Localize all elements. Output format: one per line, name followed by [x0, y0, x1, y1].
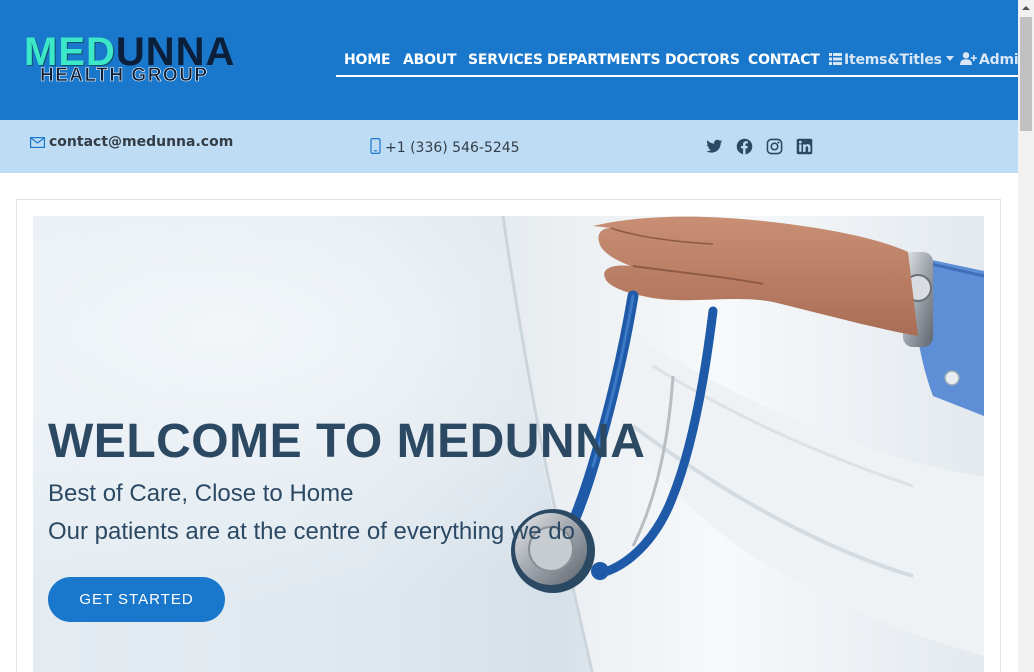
nav-doctors[interactable]: DOCTORS — [665, 52, 740, 68]
nav-contact[interactable]: CONTACT — [748, 52, 820, 68]
contact-email[interactable]: contact@medunna.com — [30, 134, 233, 152]
contact-phone-text: +1 (336) 546-5245 — [385, 140, 520, 156]
twitter-icon[interactable] — [706, 138, 723, 155]
nav-items-titles-dropdown[interactable]: Items&Titles — [829, 52, 954, 69]
hero-subtitle-1: Best of Care, Close to Home — [48, 480, 354, 507]
hero-subtitle-2: Our patients are at the centre of everyt… — [48, 518, 575, 545]
linkedin-icon[interactable] — [796, 138, 813, 155]
page: MEDUNNA HEALTH GROUP HOME ABOUT SERVICES… — [0, 0, 1034, 672]
list-icon — [829, 53, 842, 69]
phone-icon — [370, 138, 381, 158]
nav-home[interactable]: HOME — [344, 52, 391, 68]
nav-departments[interactable]: DEPARTMENTS — [547, 52, 661, 68]
contact-phone[interactable]: +1 (336) 546-5245 — [370, 138, 520, 158]
page-scrollbar[interactable] — [1018, 0, 1034, 672]
logo-tagline: HEALTH GROUP — [40, 65, 209, 87]
contact-bar: contact@medunna.com +1 (336) 546-5245 — [0, 120, 1018, 173]
user-plus-icon — [960, 52, 977, 69]
scroll-up-arrow-icon[interactable] — [1018, 0, 1034, 16]
instagram-icon[interactable] — [766, 138, 783, 155]
envelope-icon — [30, 136, 46, 152]
scrollbar-thumb[interactable] — [1020, 17, 1032, 131]
medunna-logo[interactable]: MEDUNNA HEALTH GROUP — [24, 32, 316, 90]
main-nav: HOME ABOUT SERVICES DEPARTMENTS DOCTORS … — [336, 44, 1028, 77]
nav-about[interactable]: ABOUT — [403, 52, 457, 68]
nav-services[interactable]: SERVICES — [468, 52, 543, 68]
get-started-button[interactable]: GET STARTED — [48, 577, 225, 622]
facebook-icon[interactable] — [736, 138, 753, 155]
site-header: MEDUNNA HEALTH GROUP HOME ABOUT SERVICES… — [0, 0, 1028, 120]
contact-email-text: contact@medunna.com — [49, 134, 234, 150]
caret-down-icon — [945, 56, 954, 61]
nav-items-titles-label: Items&Titles — [844, 52, 942, 68]
hero-title: WELCOME TO MEDUNNA — [48, 415, 646, 468]
